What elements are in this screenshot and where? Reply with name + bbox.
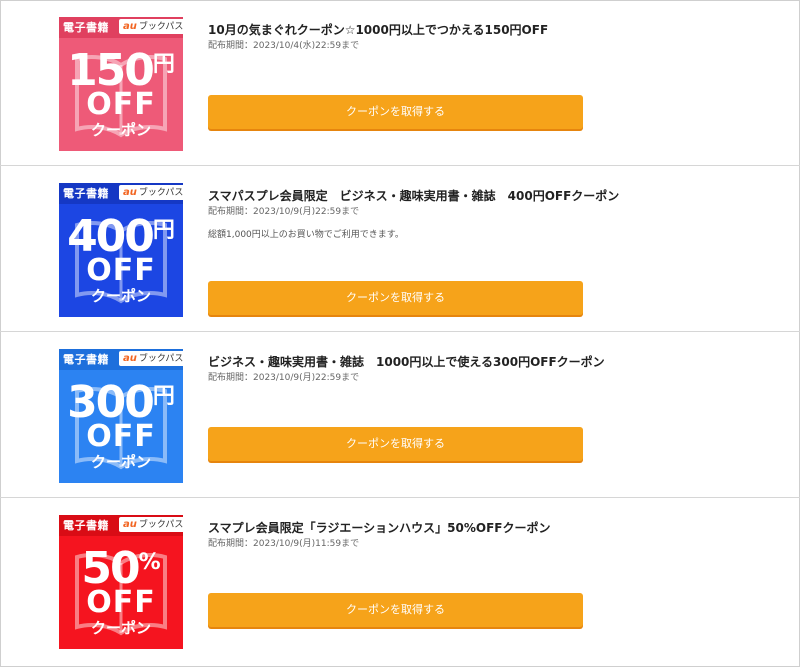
off-label: OFF [86,253,156,288]
distribution-period: 配布期間：2023/10/4(水)22:59まで [208,41,360,51]
get-coupon-button[interactable]: クーポンを取得する [208,427,583,461]
coupon-item: 電子書籍 au ブックパス 400円 OFF クーポン スマパスプレ会員限定 ビジ… [0,166,800,332]
get-coupon-button[interactable]: クーポンを取得する [208,95,583,129]
coupon-info: スマプレ会員限定「ラジエーションハウス」50%OFFクーポン 配布期間：2023… [208,519,768,551]
discount-unit: % [138,550,161,575]
banner-category-label: 電子書籍 [63,21,109,34]
get-coupon-button[interactable]: クーポンを取得する [208,593,583,627]
coupon-word: クーポン [90,619,151,637]
coupon-banner-image[interactable]: 電子書籍 au ブックパス 50% OFF クーポン [59,515,183,649]
coupon-title: 10月の気まぐれクーポン☆1000円以上でつかえる150円OFF [208,23,549,37]
bookpass-logo: au ブックパス [119,517,183,532]
coupon-banner-image[interactable]: 電子書籍 au ブックパス 150円 OFF クーポン [59,17,183,151]
bookpass-logo-text: ブックパス [138,520,183,530]
off-label: OFF [86,419,156,454]
discount-unit: 円 [152,384,175,409]
discount-unit: 円 [152,218,175,243]
coupon-item: 電子書籍 au ブックパス 50% OFF クーポン スマプレ会員限定「ラジエーシ… [0,498,800,664]
get-coupon-button[interactable]: クーポンを取得する [208,281,583,315]
bookpass-logo: au ブックパス [119,351,183,366]
coupon-word: クーポン [90,121,151,139]
coupon-banner-image[interactable]: 電子書籍 au ブックパス 400円 OFF クーポン [59,183,183,317]
distribution-period: 配布期間：2023/10/9(月)22:59まで [208,207,360,217]
off-label: OFF [86,87,156,122]
distribution-period: 配布期間：2023/10/9(月)11:59まで [208,539,360,549]
coupon-banner-image[interactable]: 電子書籍 au ブックパス 300円 OFF クーポン [59,349,183,483]
coupon-title: スマパスプレ会員限定 ビジネス・趣味実用書・雑誌 400円OFFクーポン [208,189,620,203]
bookpass-logo-text: ブックパス [138,188,183,198]
coupon-word: クーポン [90,453,151,471]
coupon-word: クーポン [90,287,151,305]
coupon-condition-note: 総額1,000円以上のお買い物でご利用できます。 [208,230,404,240]
coupon-list: 電子書籍 au ブックパス 150円 OFF クーポン 10月の気まぐれクーポン☆… [0,0,800,664]
bookpass-logo-text: ブックパス [138,354,183,364]
coupon-info: 10月の気まぐれクーポン☆1000円以上でつかえる150円OFF 配布期間：20… [208,21,768,53]
distribution-period: 配布期間：2023/10/9(月)22:59まで [208,373,360,383]
banner-category-label: 電子書籍 [63,519,109,532]
au-logo-mark: au [123,21,137,32]
coupon-title: ビジネス・趣味実用書・雑誌 1000円以上で使える300円OFFクーポン [208,355,605,369]
banner-category-label: 電子書籍 [63,187,109,200]
off-label: OFF [86,585,156,620]
bookpass-logo: au ブックパス [119,185,183,200]
coupon-info: スマパスプレ会員限定 ビジネス・趣味実用書・雑誌 400円OFFクーポン 配布期… [208,187,768,242]
bookpass-logo: au ブックパス [119,19,183,34]
banner-category-label: 電子書籍 [63,353,109,366]
coupon-title: スマプレ会員限定「ラジエーションハウス」50%OFFクーポン [208,521,551,535]
au-logo-mark: au [123,353,137,364]
au-logo-mark: au [123,187,137,198]
bookpass-logo-text: ブックパス [138,22,183,32]
au-logo-mark: au [123,519,137,530]
coupon-item: 電子書籍 au ブックパス 300円 OFF クーポン ビジネス・趣味実用書・雑誌… [0,332,800,498]
coupon-info: ビジネス・趣味実用書・雑誌 1000円以上で使える300円OFFクーポン 配布期… [208,353,768,385]
discount-unit: 円 [152,52,175,77]
coupon-item: 電子書籍 au ブックパス 150円 OFF クーポン 10月の気まぐれクーポン☆… [0,0,800,166]
